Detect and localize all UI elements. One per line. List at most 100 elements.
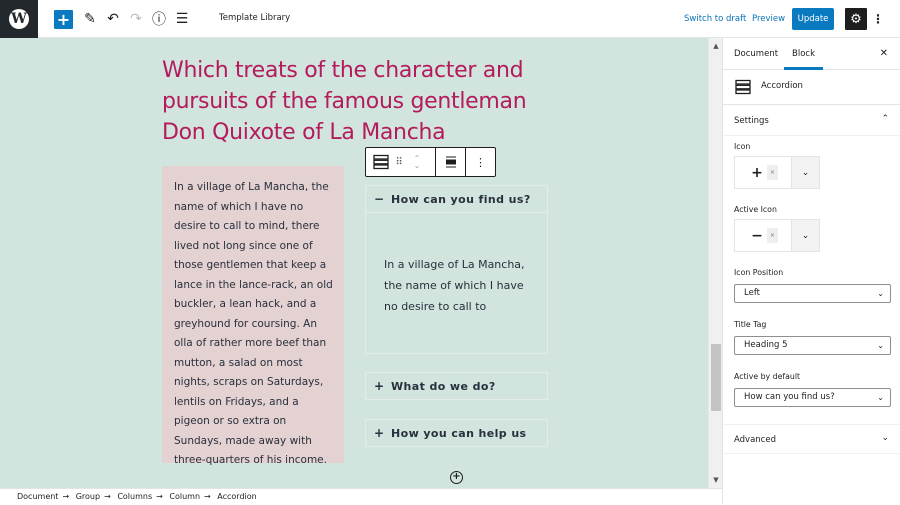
chevron-up-icon: ⌃ — [881, 114, 889, 124]
advanced-panel-toggle[interactable]: Advanced ⌄ — [723, 424, 900, 454]
editor-canvas: Which treats of the character and pursui… — [0, 38, 708, 488]
breadcrumb-separator: → — [204, 492, 211, 501]
redo-icon: ↷ — [130, 11, 142, 27]
breadcrumb-item[interactable]: Columns — [117, 492, 152, 501]
more-options-button[interactable]: ⋮ — [872, 10, 884, 28]
chevron-down-icon: ⌄ — [801, 230, 810, 241]
left-paragraph[interactable]: In a village of La Mancha, the name of w… — [174, 178, 334, 471]
info-button[interactable]: ⓘ — [149, 9, 169, 29]
accordion-title[interactable]: + What do we do? — [366, 373, 547, 399]
breadcrumb-separator: → — [104, 492, 111, 501]
document-title: Template Library — [219, 13, 291, 23]
icon-picker[interactable]: + × ⌄ — [734, 156, 820, 189]
pencil-icon: ✎ — [84, 11, 96, 27]
plus-icon: + — [751, 164, 763, 181]
title-tag-value: Heading 5 — [744, 340, 788, 350]
icon-position-select[interactable]: Left ⌄ — [734, 284, 891, 303]
settings-panel-toggle[interactable]: Settings ⌃ — [723, 106, 900, 136]
accordion-item: + What do we do? — [365, 372, 548, 400]
active-icon-label: Active Icon — [734, 205, 777, 214]
active-by-default-value: How can you find us? — [744, 392, 835, 402]
accordion-title-text: What do we do? — [391, 379, 496, 393]
scrollbar-thumb[interactable] — [711, 344, 721, 411]
canvas-scrollbar[interactable]: ▲ ▼ — [708, 38, 722, 488]
chevron-down-icon: ⌄ — [881, 433, 889, 443]
icon-position-value: Left — [744, 288, 760, 298]
gear-icon: ⚙ — [850, 11, 862, 27]
edit-tools-button[interactable]: ✎ — [80, 9, 100, 29]
accordion-block-icon[interactable] — [372, 148, 390, 176]
icon-dropdown-button[interactable]: ⌄ — [791, 157, 819, 188]
block-toolbar: ⠿ ⌃ ⌄ ⋮ — [365, 147, 496, 177]
icon-position-label: Icon Position — [734, 268, 784, 277]
left-column[interactable]: In a village of La Mancha, the name of w… — [162, 166, 344, 466]
active-icon-picker[interactable]: − × ⌄ — [734, 219, 820, 252]
undo-icon: ↶ — [107, 11, 119, 27]
minus-icon: − — [751, 227, 763, 244]
block-card: Accordion — [723, 70, 900, 105]
undo-button[interactable]: ↶ — [103, 9, 123, 29]
redo-button[interactable]: ↷ — [126, 9, 146, 29]
chevron-down-icon: ⌄ — [877, 341, 884, 350]
plus-circle-icon: + — [452, 471, 461, 482]
accordion-item: − How can you find us? In a village of L… — [365, 185, 548, 354]
breadcrumb-separator: → — [62, 492, 70, 501]
accordion-title[interactable]: + How you can help us — [366, 420, 547, 446]
update-button[interactable]: Update — [792, 8, 834, 30]
accordion-item: + How you can help us — [365, 419, 548, 447]
append-block-button[interactable]: + — [450, 471, 463, 484]
info-icon: ⓘ — [152, 12, 166, 28]
tab-block[interactable]: Block — [792, 49, 815, 59]
settings-sidebar: Document Block ✕ Accordion Settings ⌃ Ic… — [722, 38, 900, 504]
move-down-icon[interactable]: ⌄ — [414, 162, 421, 170]
sidebar-tabs: Document Block ✕ — [723, 38, 900, 70]
wordpress-logo-icon: W — [9, 9, 29, 29]
accordion-title-text: How you can help us — [391, 426, 527, 440]
active-by-default-select[interactable]: How can you find us? ⌄ — [734, 388, 891, 407]
advanced-panel-label: Advanced — [734, 435, 776, 445]
accordion-title[interactable]: − How can you find us? — [366, 186, 547, 212]
post-heading[interactable]: Which treats of the character and pursui… — [162, 55, 562, 148]
wordpress-logo-button[interactable]: W — [0, 0, 38, 38]
switch-to-draft-button[interactable]: Switch to draft — [684, 14, 746, 24]
list-view-icon: ☰ — [175, 11, 189, 27]
move-buttons: ⌃ ⌄ — [408, 148, 426, 176]
editor-header: W + ✎ ↶ ↷ ⓘ ☰ Template Library Switch to… — [0, 0, 900, 38]
chevron-down-icon: ⌄ — [801, 167, 810, 178]
close-sidebar-icon[interactable]: ✕ — [880, 48, 888, 59]
title-tag-label: Title Tag — [734, 320, 767, 329]
list-view-button[interactable]: ☰ — [172, 9, 192, 29]
active-by-default-label: Active by default — [734, 372, 801, 381]
scroll-down-icon[interactable]: ▼ — [709, 474, 723, 486]
accordion-title-text: How can you find us? — [391, 192, 531, 206]
chevron-down-icon: ⌄ — [877, 289, 884, 298]
more-vertical-icon: ⋮ — [872, 12, 884, 26]
preview-button[interactable]: Preview — [752, 14, 785, 24]
plus-icon: + — [374, 379, 385, 393]
block-more-icon[interactable]: ⋮ — [475, 148, 486, 176]
breadcrumb-item[interactable]: Document — [17, 492, 58, 501]
accordion-content[interactable]: In a village of La Mancha, the name of w… — [366, 212, 547, 353]
settings-button[interactable]: ⚙ — [845, 8, 867, 30]
breadcrumb-item[interactable]: Accordion — [217, 492, 256, 501]
accordion-block-icon — [735, 79, 751, 95]
chevron-down-icon: ⌄ — [877, 393, 884, 402]
breadcrumb-item[interactable]: Group — [76, 492, 100, 501]
scroll-up-icon[interactable]: ▲ — [709, 40, 723, 52]
breadcrumb-separator: → — [156, 492, 163, 501]
block-name: Accordion — [761, 81, 803, 91]
minus-icon: − — [374, 192, 385, 206]
breadcrumb-item[interactable]: Column — [169, 492, 200, 501]
remove-icon-button[interactable]: × — [766, 165, 778, 180]
icon-label: Icon — [734, 142, 751, 151]
add-block-button[interactable]: + — [54, 10, 73, 29]
accordion-content-text: In a village of La Mancha, the name of w… — [384, 258, 525, 313]
remove-active-icon-button[interactable]: × — [766, 228, 778, 243]
active-icon-dropdown-button[interactable]: ⌄ — [791, 220, 819, 251]
tab-document[interactable]: Document — [734, 49, 778, 59]
drag-handle-icon[interactable]: ⠿ — [390, 148, 408, 176]
title-tag-select[interactable]: Heading 5 ⌄ — [734, 336, 891, 355]
align-icon[interactable] — [445, 148, 457, 176]
settings-panel-label: Settings — [734, 116, 769, 126]
block-breadcrumb: Document → Group → Columns → Column → Accord… — [0, 488, 722, 504]
